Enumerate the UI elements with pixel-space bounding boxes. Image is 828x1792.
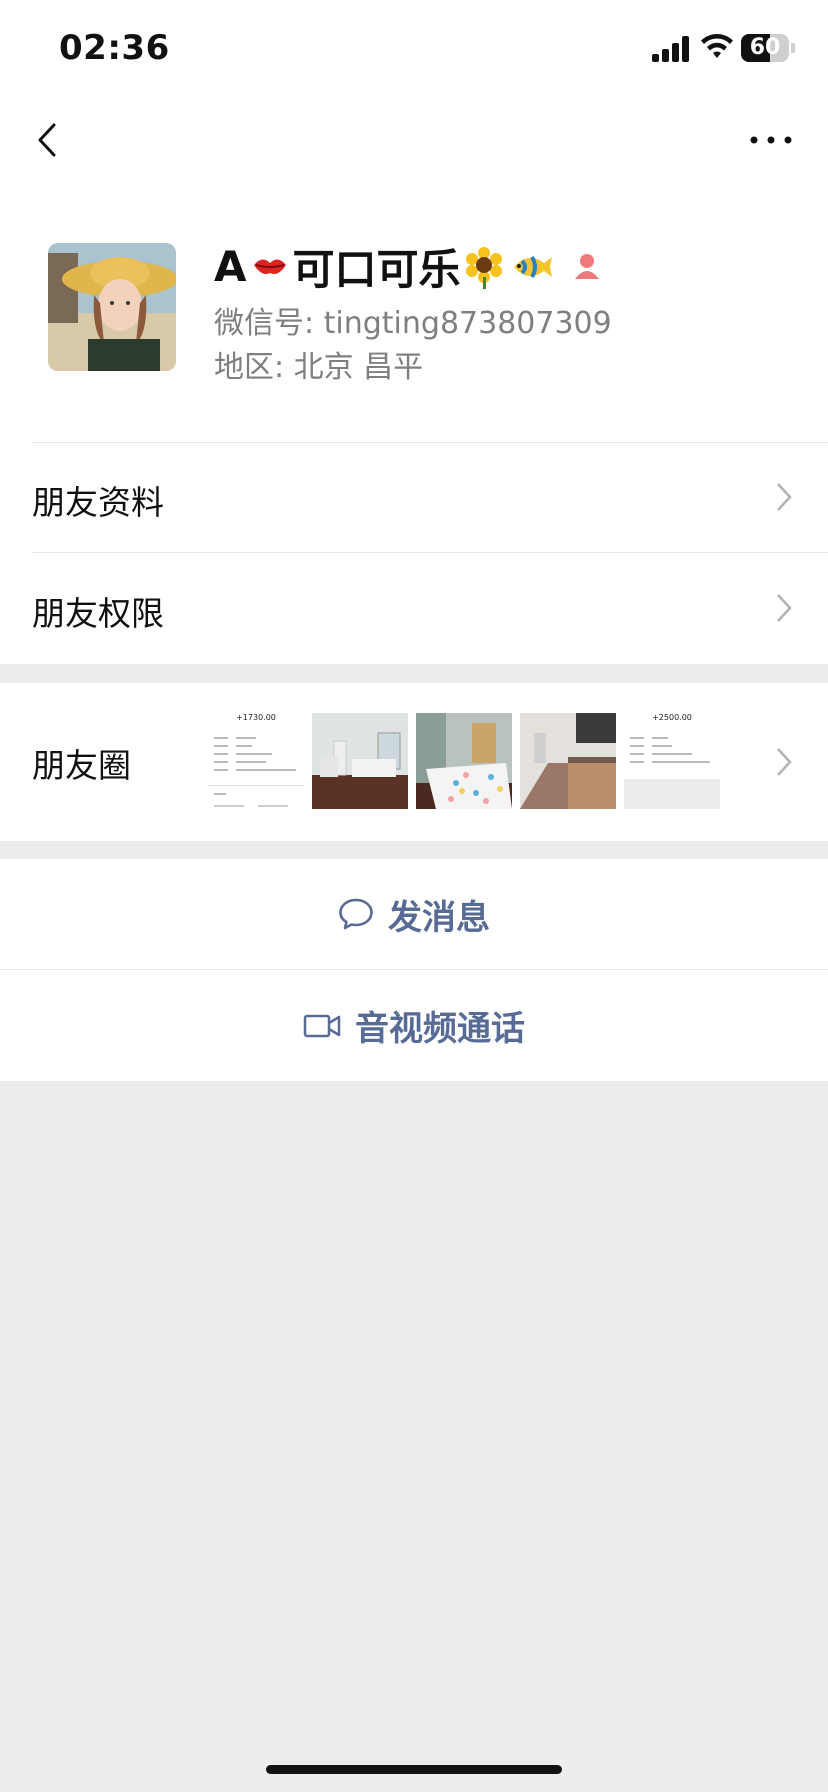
more-icon[interactable] <box>746 128 796 152</box>
moments-row[interactable]: 朋友圈 +1730.00 +2500.00 <box>0 683 828 841</box>
battery-level: 60 <box>749 35 781 60</box>
profile-name: A 可口可乐 <box>214 236 608 297</box>
female-gender-icon <box>574 253 599 279</box>
nav-bar <box>0 100 828 200</box>
chevron-right-icon <box>777 748 792 776</box>
friend-info-label: 朋友资料 <box>32 483 164 522</box>
chevron-right-icon <box>777 594 792 622</box>
status-bar: 02:36 60 <box>0 0 828 100</box>
video-call-button[interactable]: 音视频通话 <box>0 970 828 1081</box>
home-indicator[interactable] <box>266 1765 562 1774</box>
signal-icon <box>652 36 692 62</box>
moments-thumb-listing: +2500.00 <box>624 713 720 809</box>
wifi-icon <box>701 34 733 58</box>
avatar[interactable] <box>48 243 176 371</box>
profile-header: A 可口可乐 微信号: tingting873807309 地区: 北京 昌平 <box>0 200 828 442</box>
chevron-right-icon <box>777 483 792 511</box>
back-icon[interactable] <box>30 120 70 160</box>
sunflower-icon <box>465 246 502 289</box>
friend-permissions-label: 朋友权限 <box>32 594 164 633</box>
region: 地区: 北京 昌平 <box>214 350 424 385</box>
name-main: 可口可乐 <box>292 245 461 294</box>
actions-group: 发消息 音视频通话 <box>0 859 828 1081</box>
moments-thumb-bedroom <box>312 713 408 809</box>
friend-settings-group: 朋友资料 朋友权限 <box>0 442 828 664</box>
battery-icon: 60 <box>741 34 789 62</box>
moments-label: 朋友圈 <box>32 746 131 785</box>
video-call-label: 音视频通话 <box>355 1009 525 1049</box>
video-camera-icon <box>303 1014 341 1037</box>
status-time: 02:36 <box>59 28 170 68</box>
wechat-id: 微信号: tingting873807309 <box>214 306 612 341</box>
friend-info-row[interactable]: 朋友资料 <box>0 442 828 552</box>
chat-bubble-icon <box>339 898 373 930</box>
name-prefix: A <box>214 242 247 291</box>
send-message-label: 发消息 <box>388 897 490 938</box>
friend-permissions-row[interactable]: 朋友权限 <box>0 553 828 664</box>
moments-thumbnails: +1730.00 +2500.00 <box>208 713 720 809</box>
moments-thumb-kitchen <box>520 713 616 809</box>
send-message-button[interactable]: 发消息 <box>0 859 828 969</box>
tropical-fish-icon <box>513 255 552 278</box>
kiss-mark-icon <box>253 258 286 274</box>
moments-thumb-bed <box>416 713 512 809</box>
moments-thumb-listing: +1730.00 <box>208 713 304 809</box>
